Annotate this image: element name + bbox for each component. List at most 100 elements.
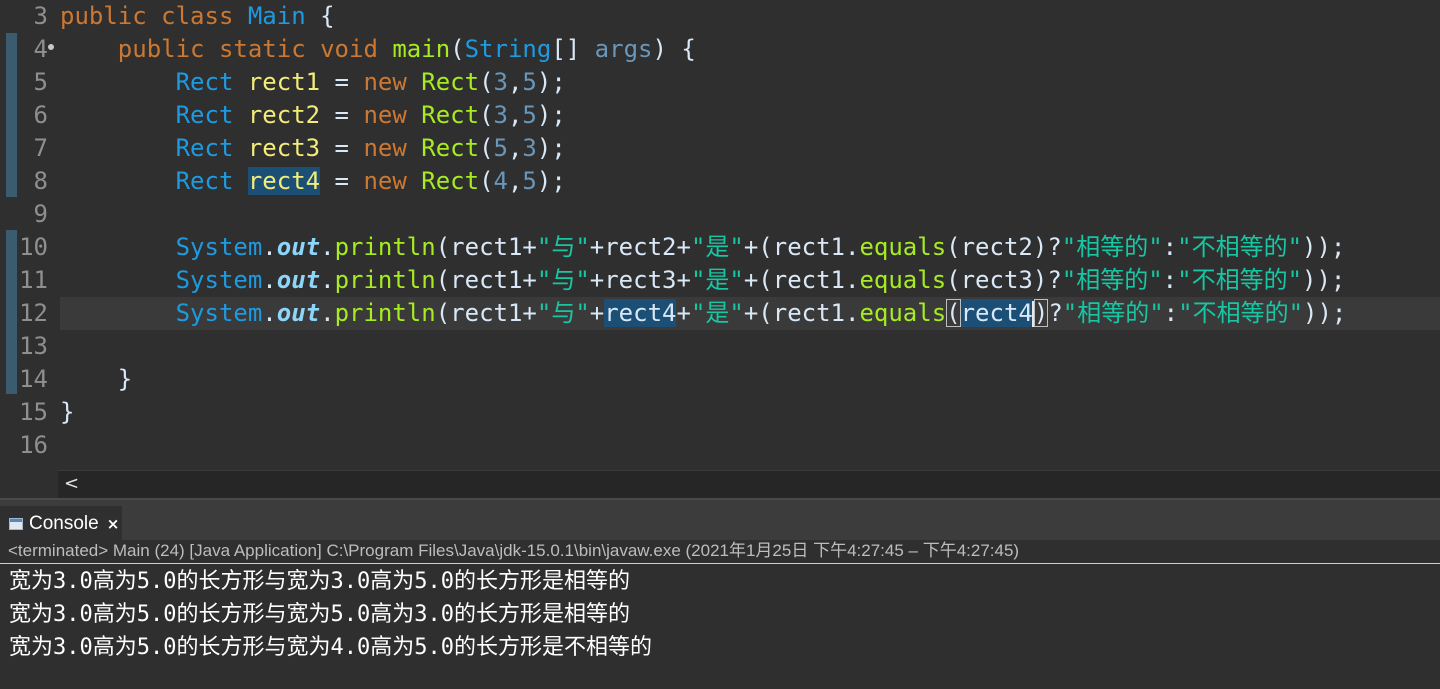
keyword: public (117, 35, 205, 63)
variable: rect2 (247, 101, 321, 129)
fold-toggle-icon[interactable] (48, 44, 54, 50)
operator: +( (743, 233, 773, 261)
string-literal: "是" (690, 233, 744, 261)
punctuation: ( (435, 299, 451, 327)
operator: + (522, 266, 537, 294)
punctuation: . (845, 266, 860, 294)
variable: rect2 (960, 233, 1033, 261)
string-literal: "与" (536, 299, 590, 327)
operator: + (522, 299, 537, 327)
punctuation: . (845, 299, 860, 327)
type-name: Rect (175, 68, 234, 96)
line-number: 9 (33, 200, 48, 228)
punctuation: . (262, 299, 277, 327)
variable: rect3 (960, 266, 1033, 294)
string-literal: "不相等的" (1177, 266, 1303, 294)
line-number: 16 (19, 431, 48, 459)
line-number: 8 (33, 167, 48, 195)
punctuation: ( (946, 233, 961, 261)
operator: + (676, 299, 691, 327)
parameter: args (594, 35, 653, 63)
static-field: out (276, 233, 321, 261)
string-literal: "不相等的" (1178, 299, 1304, 327)
keyword: public (60, 2, 147, 30)
punctuation: ) { (652, 35, 696, 63)
variable-highlighted: rect4 (604, 299, 677, 327)
code-line[interactable]: Rect rect4 = new Rect(4,5); (60, 165, 566, 198)
punctuation: ) (1032, 266, 1048, 294)
console-tab-bar: Console × (0, 498, 1440, 542)
code-line[interactable]: } (60, 363, 132, 396)
code-line[interactable]: Rect rect3 = new Rect(5,3); (60, 132, 566, 165)
punctuation: ( (435, 233, 451, 261)
number: 5 (522, 101, 537, 129)
line-number-gutter: 3 4 5 6 7 8 9 10 11 12 13 14 15 16 (0, 0, 58, 498)
code-line[interactable]: public static void main(String[] args) { (60, 33, 696, 66)
operator: +( (743, 266, 773, 294)
punctuation: ( (946, 266, 961, 294)
variable: rect3 (604, 266, 677, 294)
number: 5 (522, 68, 537, 96)
class-name: Main (247, 2, 306, 30)
close-icon[interactable]: × (107, 515, 120, 533)
code-line[interactable]: System.out.println(rect1+"与"+rect3+"是"+(… (60, 264, 1346, 297)
console-output-line: 宽为3.0高为5.0的长方形与宽为3.0高为5.0的长方形是相等的 (9, 569, 630, 594)
string-literal: "相等的" (1061, 233, 1163, 261)
scroll-left-icon[interactable]: < (64, 473, 79, 494)
punctuation: ( (435, 266, 451, 294)
punctuation: . (845, 233, 860, 261)
string-literal: "相等的" (1062, 299, 1164, 327)
class-name: System (175, 299, 263, 327)
number: 3 (493, 68, 508, 96)
tab-console[interactable]: Console × (0, 506, 122, 542)
punctuation: )); (1302, 266, 1346, 294)
constructor: Rect (421, 68, 480, 96)
punctuation: ( (450, 35, 465, 63)
variable: rect1 (450, 233, 523, 261)
type-name: Rect (175, 167, 234, 195)
method-name: equals (859, 299, 947, 327)
punctuation: [] (551, 35, 595, 63)
console-output[interactable]: 宽为3.0高为5.0的长方形与宽为3.0高为5.0的长方形是相等的 宽为3.0高… (0, 565, 1440, 689)
class-name: System (175, 266, 263, 294)
operator: = (320, 134, 364, 162)
method-name: println (334, 233, 436, 261)
punctuation: . (320, 299, 335, 327)
line-number: 5 (33, 68, 48, 96)
keyword: new (363, 134, 407, 162)
number: 5 (493, 134, 508, 162)
punctuation: { (305, 2, 335, 30)
string-literal: "与" (536, 266, 590, 294)
keyword: class (161, 2, 234, 30)
operator: +( (743, 299, 773, 327)
line-number: 15 (19, 398, 48, 426)
punctuation: )); (1303, 299, 1347, 327)
line-number: 7 (33, 134, 48, 162)
punctuation: . (320, 233, 335, 261)
code-line-current[interactable]: System.out.println(rect1+"与"+rect4+"是"+(… (60, 297, 1440, 330)
variable: rect1 (772, 299, 845, 327)
method-name: println (334, 299, 436, 327)
operator: ? (1047, 233, 1062, 261)
operator: + (522, 233, 537, 261)
code-line[interactable]: Rect rect2 = new Rect(3,5); (60, 99, 566, 132)
operator: ? (1048, 299, 1063, 327)
code-line[interactable]: Rect rect1 = new Rect(3,5); (60, 66, 566, 99)
code-line[interactable]: } (60, 396, 74, 429)
operator: + (676, 266, 691, 294)
keyword: new (363, 167, 407, 195)
code-line[interactable]: System.out.println(rect1+"与"+rect2+"是"+(… (60, 231, 1346, 264)
line-number: 4 (33, 35, 48, 63)
line-number: 12 (19, 299, 48, 327)
class-name: System (175, 233, 263, 261)
horizontal-scrollbar[interactable]: < (58, 470, 1440, 499)
code-line[interactable]: public class Main { (60, 0, 335, 33)
tab-label: Console (29, 513, 99, 534)
operator: ? (1047, 266, 1062, 294)
static-field: out (276, 299, 321, 327)
punctuation: ) (1032, 233, 1048, 261)
number: 3 (493, 101, 508, 129)
string-literal: "是" (690, 266, 744, 294)
number: 5 (522, 167, 537, 195)
